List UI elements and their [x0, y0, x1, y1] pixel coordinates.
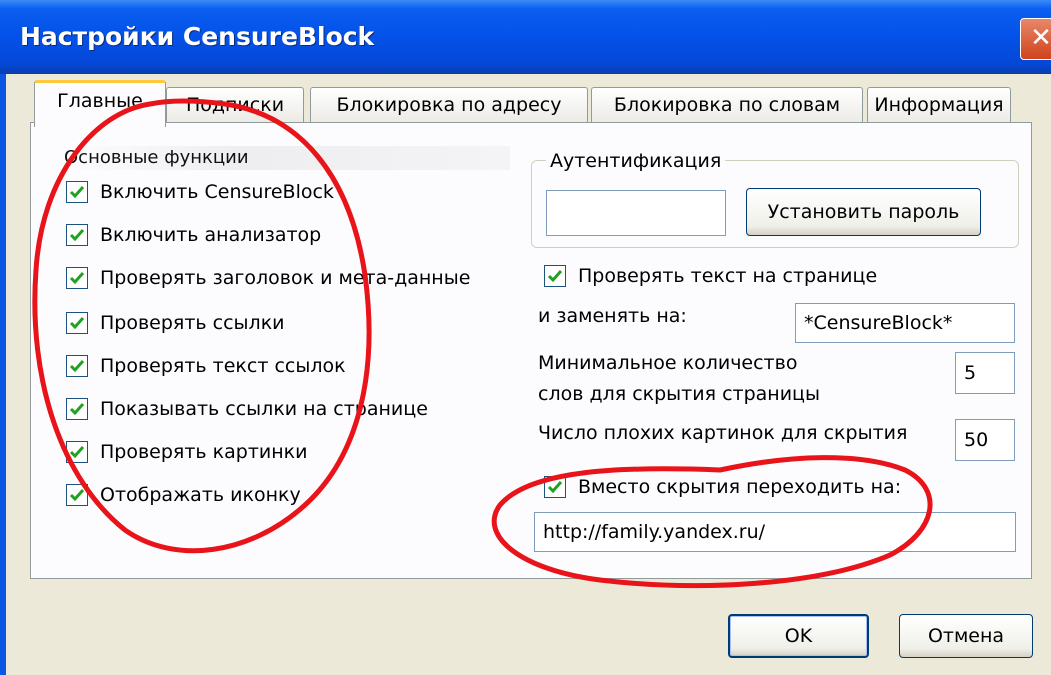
checkbox-label: Включить CensureBlock — [100, 181, 334, 203]
checkbox-checked-icon[interactable] — [66, 484, 88, 506]
min-words-label-line2: слов для скрытия страницы — [538, 383, 820, 405]
checkbox-redirect-instead[interactable]: Вместо скрытия переходить на: — [544, 472, 901, 502]
checkbox-label: Показывать ссылки на странице — [100, 398, 428, 420]
checkbox-label: Проверять ссылки — [100, 312, 285, 334]
cancel-button[interactable]: Отмена — [899, 614, 1033, 658]
checkbox-label: Проверять заголовок и мета-данные — [100, 267, 471, 289]
checkbox-checked-icon[interactable] — [66, 441, 88, 463]
checkbox-checked-icon[interactable] — [66, 312, 88, 334]
checkbox-enable-censureblock[interactable]: Включить CensureBlock — [66, 177, 334, 207]
checkbox-check-title-meta[interactable]: Проверять заголовок и мета-данные — [66, 263, 470, 293]
checkbox-enable-analyzer[interactable]: Включить анализатор — [66, 220, 321, 250]
checkbox-checked-icon[interactable] — [66, 224, 88, 246]
window-title: Настройки CensureBlock — [20, 22, 375, 51]
checkbox-show-icon[interactable]: Отображать иконку — [66, 480, 301, 510]
min-words-label-line1: Минимальное количество — [538, 352, 798, 374]
checkbox-check-page-text[interactable]: Проверять текст на странице — [544, 261, 877, 291]
title-bar[interactable]: Настройки CensureBlock ✕ — [0, 0, 1051, 74]
tab-main[interactable]: Главные — [34, 80, 166, 127]
authentication-group-label: Аутентификация — [546, 150, 726, 172]
checkbox-label: Вместо скрытия переходить на: — [578, 476, 902, 498]
checkbox-show-links-on-page[interactable]: Показывать ссылки на странице — [66, 394, 428, 424]
tab-subscriptions[interactable]: Подписки — [166, 87, 304, 122]
checkbox-label: Включить анализатор — [100, 224, 322, 246]
checkbox-label: Проверять текст ссылок — [100, 355, 346, 377]
tab-information[interactable]: Информация — [867, 87, 1011, 122]
replace-text-input[interactable]: *CensureBlock* — [795, 303, 1015, 343]
checkbox-check-links[interactable]: Проверять ссылки — [66, 308, 285, 338]
tab-block-by-words[interactable]: Блокировка по словам — [591, 87, 863, 122]
close-button[interactable]: ✕ — [1020, 18, 1051, 60]
checkbox-checked-icon[interactable] — [66, 355, 88, 377]
checkbox-label: Отображать иконку — [100, 484, 301, 506]
replace-with-label: и заменять на: — [538, 305, 687, 327]
section-header-main-functions: Основные функции — [64, 146, 510, 170]
password-input[interactable] — [546, 190, 726, 236]
checkbox-checked-icon[interactable] — [544, 265, 566, 287]
min-words-input[interactable]: 5 — [955, 352, 1015, 394]
ok-button[interactable]: OK — [728, 614, 869, 658]
checkbox-checked-icon[interactable] — [66, 398, 88, 420]
checkbox-check-images[interactable]: Проверять картинки — [66, 437, 308, 467]
bad-images-input[interactable]: 50 — [955, 419, 1015, 461]
checkbox-checked-icon[interactable] — [66, 181, 88, 203]
tab-block-by-address[interactable]: Блокировка по адресу — [310, 87, 588, 122]
checkbox-label: Проверять картинки — [100, 441, 308, 463]
checkbox-checked-icon[interactable] — [66, 267, 88, 289]
checkbox-checked-icon[interactable] — [544, 476, 566, 498]
checkbox-label: Проверять текст на странице — [578, 265, 878, 287]
checkbox-check-link-text[interactable]: Проверять текст ссылок — [66, 351, 346, 381]
redirect-url-input[interactable]: http://family.yandex.ru/ — [534, 512, 1016, 552]
set-password-button[interactable]: Установить пароль — [746, 188, 981, 236]
bad-images-label: Число плохих картинок для скрытия — [538, 422, 908, 444]
